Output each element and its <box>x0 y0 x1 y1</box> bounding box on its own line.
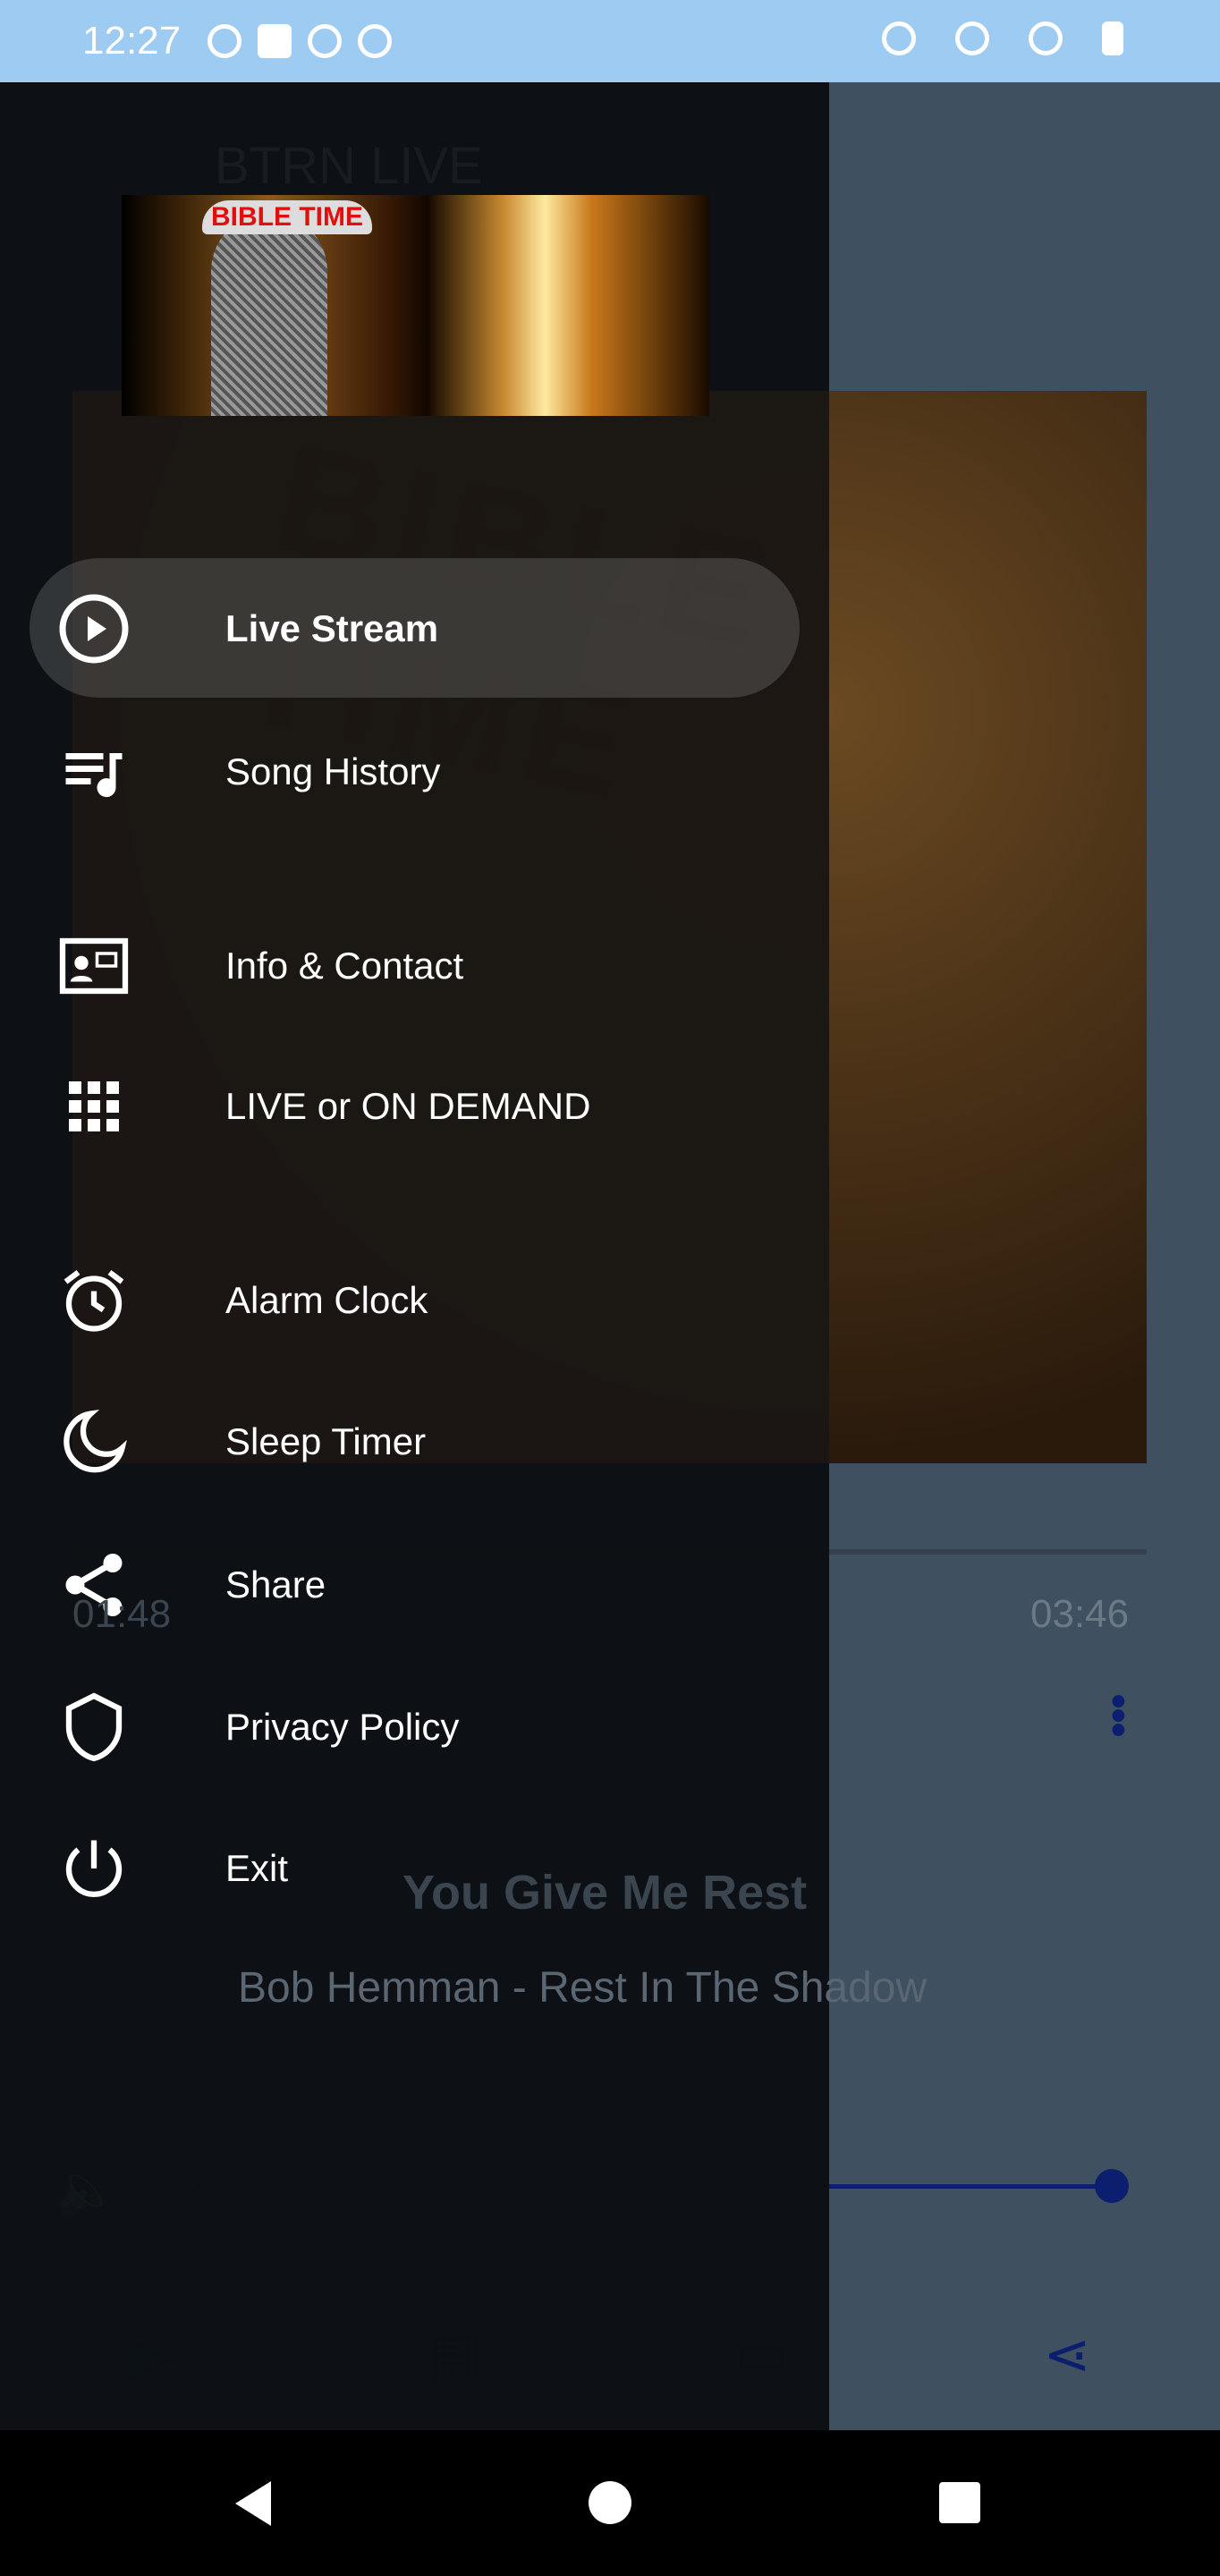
wifi-icon <box>955 21 989 55</box>
media-play-icon <box>208 24 242 58</box>
menu-label: Info & Contact <box>225 945 464 987</box>
menu-label: Alarm Clock <box>225 1279 428 1321</box>
song-title: You Give Me Rest <box>402 1866 808 1919</box>
menu-item-live-or-on-demand[interactable]: LIVE or ON DEMAND <box>0 1039 829 1174</box>
home-icon[interactable] <box>589 2481 631 2524</box>
back-icon[interactable] <box>231 2481 275 2526</box>
menu-label: Live Stream <box>225 607 439 649</box>
menu-label: Privacy Policy <box>225 1706 460 1748</box>
menu-item-info-contact[interactable]: Info & Contact <box>0 899 829 1033</box>
power-icon <box>0 1831 188 1906</box>
elapsed-time: 01:48 <box>72 1592 172 1636</box>
location-icon <box>882 21 916 55</box>
alarm-icon <box>0 1263 188 1338</box>
menu-item-alarm-clock[interactable]: Alarm Clock <box>0 1233 829 1368</box>
menu-item-sleep-timer[interactable]: Sleep Timer <box>0 1375 829 1509</box>
system-nav-bar <box>0 2430 1220 2576</box>
play-circle-icon <box>0 591 188 666</box>
menu-label: Sleep Timer <box>225 1420 427 1462</box>
status-bar: 12:27 <box>0 0 1220 82</box>
menu-label: Exit <box>225 1847 289 1889</box>
clock: 12:27 <box>82 19 182 63</box>
contact-card-icon <box>0 928 188 1004</box>
song-artist: Bob Hemman - Rest In The Shadow <box>238 1964 928 2012</box>
drawer-header-logo: BIBLE TIME <box>122 195 709 416</box>
menu-item-privacy-policy[interactable]: Privacy Policy <box>0 1660 829 1794</box>
playlist-icon <box>0 734 188 809</box>
app-title: BTRN LIVE <box>215 137 483 195</box>
signal-icon <box>1029 21 1063 55</box>
menu-label: Share <box>225 1563 326 1606</box>
menu-label: Song History <box>225 750 441 792</box>
drawer-scrim[interactable] <box>829 82 1220 2430</box>
menu-item-live-stream[interactable]: Live Stream <box>0 562 829 696</box>
sd-card-icon <box>258 24 292 58</box>
notification-icon <box>358 24 393 58</box>
navigation-drawer: BTRN LIVE BIBLE TIME Live Stream Song Hi… <box>0 82 829 2430</box>
menu-item-song-history[interactable]: Song History <box>0 705 829 839</box>
notification-icon <box>308 24 343 58</box>
grid-icon <box>0 1069 188 1144</box>
battery-icon <box>1102 21 1123 55</box>
menu-label: LIVE or ON DEMAND <box>225 1085 591 1127</box>
shield-icon <box>0 1690 188 1765</box>
recents-icon[interactable] <box>939 2482 980 2523</box>
moon-icon <box>0 1404 188 1479</box>
